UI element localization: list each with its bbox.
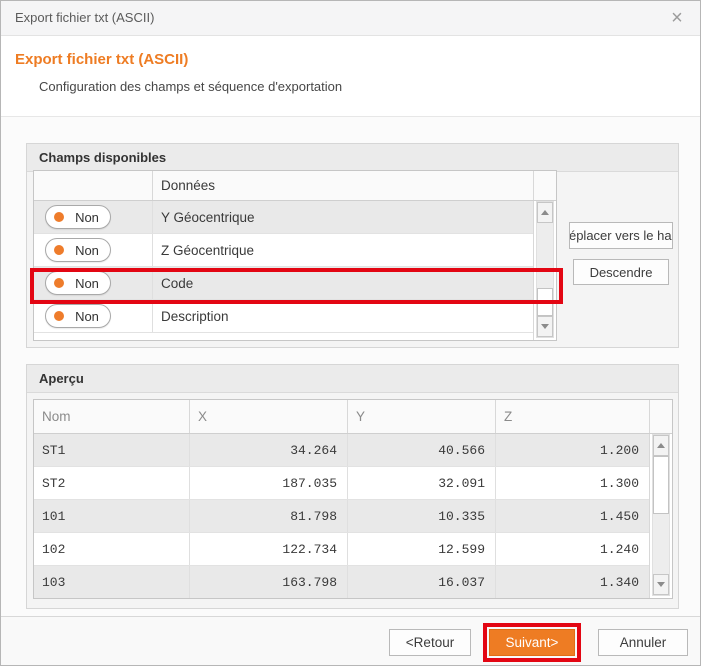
toggle-dot-icon (54, 212, 64, 222)
page-subtitle: Configuration des champs et séquence d'e… (39, 79, 342, 94)
preview-row-101[interactable]: 101 81.798 10.335 1.450 (34, 500, 649, 533)
fields-header-pad (534, 171, 556, 200)
fields-table-header: Données (34, 171, 556, 201)
scroll-up-icon (657, 443, 665, 448)
scrollbar-track[interactable] (537, 223, 553, 316)
scroll-up-icon (541, 210, 549, 215)
fields-scroll-zone (534, 201, 556, 340)
preview-rows: ST1 34.264 40.566 1.200 ST2 187.035 32.0… (34, 434, 650, 598)
scroll-down-button[interactable] (653, 574, 669, 595)
field-label: Z Géocentrique (152, 234, 533, 266)
fields-groupbox-title: Champs disponibles (27, 144, 678, 172)
preview-table-header: Nom X Y Z (34, 400, 672, 434)
title-bar: Export fichier txt (ASCII) × (1, 1, 700, 36)
preview-groupbox-title: Aperçu (27, 365, 678, 393)
preview-header-y: Y (347, 400, 495, 433)
toggle-dot-icon (54, 245, 64, 255)
preview-scrollbar[interactable] (652, 434, 670, 596)
toggle-non-button[interactable]: Non (45, 205, 111, 229)
scroll-down-icon (541, 324, 549, 329)
fields-scrollbar[interactable] (536, 201, 554, 338)
close-icon: × (671, 7, 683, 30)
field-row-y-geocentrique[interactable]: Non Y Géocentrique (34, 201, 533, 234)
fields-header-toggle-column (34, 171, 152, 200)
preview-row-st1[interactable]: ST1 34.264 40.566 1.200 (34, 434, 649, 467)
toggle-dot-icon (54, 311, 64, 321)
window-title: Export fichier txt (ASCII) (15, 10, 154, 25)
scroll-down-icon (657, 582, 665, 587)
scroll-down-button[interactable] (537, 316, 553, 337)
next-button[interactable]: Suivant> (489, 629, 575, 656)
toggle-non-button[interactable]: Non (45, 271, 111, 295)
close-button[interactable]: × (664, 5, 690, 31)
toggle-non-button[interactable]: Non (45, 238, 111, 262)
preview-header-pad (650, 400, 672, 433)
move-down-button[interactable]: Descendre (573, 259, 669, 285)
preview-header-z: Z (495, 400, 649, 433)
preview-row-st2[interactable]: ST2 187.035 32.091 1.300 (34, 467, 649, 500)
field-label: Y Géocentrique (152, 201, 533, 233)
scrollbar-thumb[interactable] (537, 288, 553, 316)
field-row-description[interactable]: Non Description (34, 300, 533, 333)
field-row-z-geocentrique[interactable]: Non Z Géocentrique (34, 234, 533, 267)
scroll-up-button[interactable] (653, 435, 669, 456)
scrollbar-thumb[interactable] (653, 456, 669, 514)
page-title: Export fichier txt (ASCII) (15, 51, 188, 68)
field-label: Description (152, 300, 533, 332)
preview-scroll-zone (650, 434, 672, 598)
toggle-dot-icon (54, 278, 64, 288)
field-row-code[interactable]: Non Code (34, 267, 533, 300)
toggle-non-button[interactable]: Non (45, 304, 111, 328)
cancel-button[interactable]: Annuler (598, 629, 688, 656)
preview-row-102[interactable]: 102 122.734 12.599 1.240 (34, 533, 649, 566)
scroll-up-button[interactable] (537, 202, 553, 223)
preview-table: Nom X Y Z ST1 34.264 40.566 1.200 (33, 399, 673, 599)
scrollbar-track[interactable] (653, 456, 669, 574)
fields-header-donnees: Données (152, 171, 533, 200)
fields-rows: Non Y Géocentrique Non Z Géocentrique No… (34, 201, 534, 340)
fields-table: Données Non Y Géocentrique Non Z Géocent… (33, 170, 557, 341)
preview-row-103[interactable]: 103 163.798 16.037 1.340 (34, 566, 649, 598)
back-button[interactable]: <Retour (389, 629, 471, 656)
wizard-header: Export fichier txt (ASCII) Configuration… (1, 36, 700, 117)
export-dialog: Export fichier txt (ASCII) × Export fich… (0, 0, 701, 666)
field-label: Code (152, 267, 533, 299)
preview-header-x: X (189, 400, 347, 433)
preview-header-nom: Nom (34, 400, 189, 433)
preview-groupbox: Aperçu Nom X Y Z ST1 34.264 40.566 1. (26, 364, 679, 609)
move-up-button[interactable]: Déplacer vers le haut (569, 222, 673, 249)
footer-bar (1, 616, 700, 665)
